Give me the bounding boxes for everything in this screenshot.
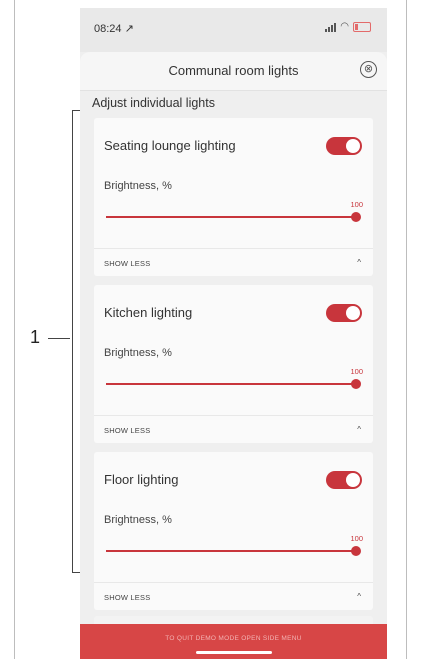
toggle-knob (346, 139, 360, 153)
light-name: Seating lounge lighting (104, 138, 236, 153)
light-toggle[interactable] (326, 304, 362, 322)
status-icons: ◠ (325, 22, 371, 32)
light-toggle[interactable] (326, 137, 362, 155)
toggle-knob (346, 473, 360, 487)
brightness-value: 100 (350, 534, 363, 543)
slider-thumb[interactable] (351, 546, 361, 556)
page-title: Communal room lights (168, 63, 299, 78)
phone-screen: 08:24 ↗ ◠ Communal room lights ⊗ Adjust … (80, 8, 387, 659)
slider-thumb[interactable] (351, 212, 361, 222)
chevron-up-icon[interactable]: ^ (357, 592, 361, 601)
show-less-button[interactable]: SHOW LESS (104, 593, 150, 602)
demo-mode-text: TO QUIT DEMO MODE OPEN SIDE MENU (165, 635, 302, 642)
light-card: Seating lounge lighting Brightness, % 10… (94, 118, 373, 276)
brightness-value: 100 (350, 367, 363, 376)
brightness-slider[interactable] (106, 379, 361, 389)
slider-fill (106, 383, 356, 385)
slider-thumb[interactable] (351, 379, 361, 389)
slider-fill (106, 550, 356, 552)
home-indicator (196, 651, 272, 654)
brightness-label: Brightness, % (104, 347, 172, 359)
sheet-header: Communal room lights ⊗ (80, 52, 387, 91)
light-card: Floor lighting Brightness, % 100 SHOW LE… (94, 452, 373, 610)
chevron-up-icon[interactable]: ^ (357, 425, 361, 434)
frame-border-right (406, 0, 407, 659)
card-divider (94, 248, 373, 249)
close-icon: ⊗ (363, 63, 374, 75)
callout-leader-line (48, 338, 70, 339)
demo-mode-bar[interactable]: TO QUIT DEMO MODE OPEN SIDE MENU (80, 624, 387, 659)
wifi-icon: ◠ (340, 21, 349, 32)
status-bar: 08:24 ↗ ◠ (80, 8, 387, 52)
frame-border-left (14, 0, 15, 659)
card-divider (94, 415, 373, 416)
section-title: Adjust individual lights (92, 96, 215, 110)
show-less-button[interactable]: SHOW LESS (104, 426, 150, 435)
chevron-up-icon[interactable]: ^ (357, 258, 361, 267)
brightness-slider[interactable] (106, 212, 361, 222)
status-time: 08:24 ↗ (94, 23, 134, 35)
close-button[interactable]: ⊗ (360, 61, 377, 78)
brightness-label: Brightness, % (104, 180, 172, 192)
light-name: Floor lighting (104, 472, 179, 487)
show-less-button[interactable]: SHOW LESS (104, 259, 150, 268)
callout-number: 1 (30, 327, 41, 347)
light-name: Kitchen lighting (104, 305, 193, 320)
toggle-knob (346, 306, 360, 320)
slider-fill (106, 216, 356, 218)
brightness-slider[interactable] (106, 546, 361, 556)
card-divider (94, 582, 373, 583)
light-card: Kitchen lighting Brightness, % 100 SHOW … (94, 285, 373, 443)
brightness-value: 100 (350, 200, 363, 209)
brightness-label: Brightness, % (104, 514, 172, 526)
light-toggle[interactable] (326, 471, 362, 489)
callout-bracket (72, 110, 73, 572)
signal-icon (325, 22, 337, 32)
battery-icon (353, 22, 371, 32)
